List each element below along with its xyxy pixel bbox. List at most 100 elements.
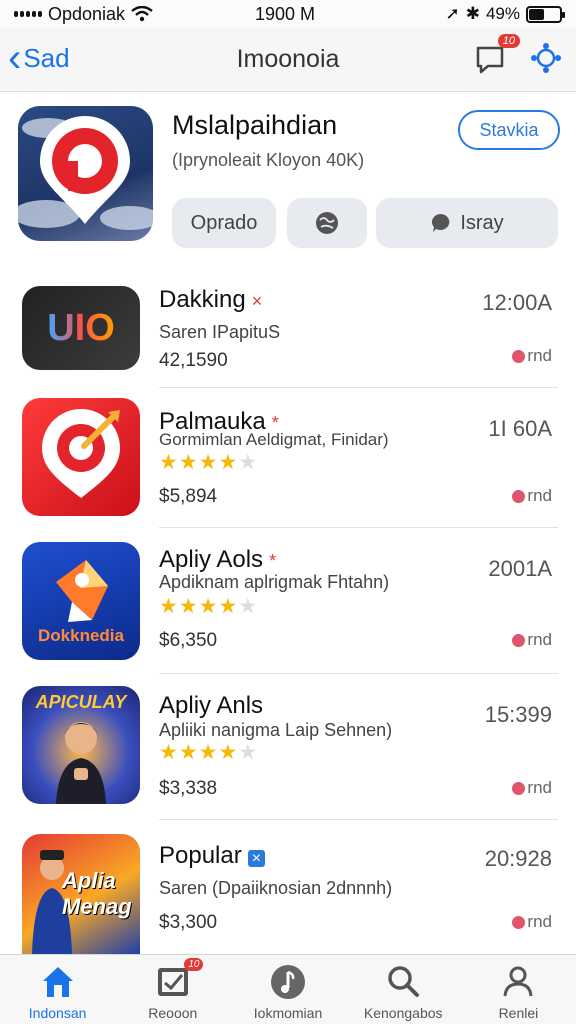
- star-rating: ★★★★★: [159, 450, 258, 475]
- carrier-name: Opdoniak: [48, 3, 126, 24]
- app-action-label: rnd: [527, 486, 552, 505]
- app-action-label: rnd: [527, 778, 552, 797]
- status-bar: Opdoniak 1900 M ➚ ✱ 49%: [0, 0, 576, 28]
- app-name-text: Apliy Aols: [159, 546, 264, 573]
- app-action[interactable]: rnd: [512, 486, 552, 506]
- option-pill-1[interactable]: Oprado: [172, 198, 276, 248]
- app-price: $6,350: [159, 630, 218, 651]
- star-filled-icon: ★: [198, 451, 219, 474]
- app-name: Popular ×: [159, 842, 266, 870]
- tab-home[interactable]: Indonsan: [0, 955, 115, 1024]
- app-icon: Dokknedia: [22, 542, 140, 660]
- status-time: 1900 M: [255, 3, 316, 24]
- featured-app: Mslalpaihdian (Iprynoleait Kloyon 40K) S…: [0, 92, 576, 262]
- app-subtitle: Gormimlan Aeldigmat, Finidar): [159, 430, 389, 449]
- app-subtitle: Apliiki nanigma Laip Sehnen): [159, 720, 393, 740]
- settings-network-icon[interactable]: [530, 42, 562, 74]
- app-name-text: Popular: [159, 842, 242, 869]
- app-action[interactable]: rnd: [512, 778, 552, 798]
- list-item[interactable]: Aplia Menag Popular × Saren (Dpaiiknosian…: [0, 820, 576, 954]
- app-action-label: rnd: [527, 912, 552, 931]
- tab-label: Kenongabos: [363, 1005, 443, 1021]
- app-meta: 15:399: [484, 702, 552, 727]
- app-name: Apliy Aols *: [159, 546, 276, 574]
- tab-label: Reooon: [148, 1005, 198, 1021]
- tab-profile[interactable]: Renlei: [461, 955, 576, 1024]
- option-pill-3-label: Isray: [460, 211, 504, 234]
- app-icon: Aplia Menag: [22, 834, 140, 954]
- option-pill-1-label: Oprado: [190, 211, 258, 234]
- app-subtitle: Saren IPapituS: [159, 322, 281, 342]
- app-meta: 12:00A: [482, 290, 552, 315]
- app-icon-text: UIO: [47, 306, 115, 349]
- app-action-label: rnd: [527, 630, 552, 649]
- location-pin-icon: [18, 116, 153, 230]
- app-price: $3,338: [159, 778, 218, 799]
- app-icon-text: Dokknedia: [38, 626, 124, 645]
- tab-records[interactable]: 10 Reooon: [115, 955, 230, 1024]
- battery-percent: 49%: [485, 4, 520, 23]
- app-name-text: Apliy Anls: [159, 692, 264, 719]
- globe-icon: [316, 212, 338, 234]
- app-price: $3,300: [159, 912, 218, 933]
- app-meta: 20:928: [484, 846, 552, 871]
- battery-icon: [526, 5, 565, 23]
- target-icon: [42, 409, 120, 498]
- app-meta: 2001A: [488, 556, 552, 581]
- app-icon: [22, 398, 140, 516]
- star-filled-icon: ★: [159, 451, 179, 474]
- app-action[interactable]: rnd: [512, 912, 552, 932]
- option-pill-3[interactable]: Isray: [376, 198, 558, 248]
- status-right: ➚ ✱ 49%: [445, 4, 565, 24]
- star-empty-icon: ★: [238, 451, 259, 474]
- list-item[interactable]: Dokknedia Apliy Aols * Apdiknam aplrigmak…: [0, 528, 576, 674]
- option-pill-2[interactable]: [287, 198, 367, 248]
- tab-music[interactable]: Iokmomian: [230, 955, 345, 1024]
- profile-icon: [503, 966, 533, 997]
- record-icon: [512, 781, 526, 795]
- app-name: Dakking ×: [159, 286, 262, 314]
- list-item[interactable]: UIO Dakking × Saren IPapituS 42,1590 12:0…: [0, 262, 576, 388]
- status-left: Opdoniak: [14, 4, 153, 25]
- app-subtitle: Apdiknam aplrigmak Fhtahn): [159, 572, 390, 592]
- record-icon: [512, 915, 526, 929]
- wifi-icon: [131, 6, 153, 22]
- star-filled-icon: ★: [178, 595, 199, 618]
- tab-label: Iokmomian: [253, 1005, 323, 1021]
- search-icon: [388, 966, 420, 997]
- navigation-bar: ‹ Sad Imoonoia 10: [0, 28, 576, 92]
- messages-button[interactable]: 10: [472, 34, 520, 76]
- featured-app-name: Mslalpaihdian: [172, 110, 338, 140]
- list-item[interactable]: Palmauka * Gormimlan Aeldigmat, Finidar) …: [0, 388, 576, 528]
- star-rating: ★★★★★: [159, 594, 258, 619]
- tab-label: Renlei: [498, 1005, 539, 1021]
- record-icon: [512, 489, 526, 503]
- app-mark: ×: [247, 850, 266, 867]
- app-meta: 1I 60A: [488, 416, 552, 441]
- app-price: $5,894: [159, 486, 218, 507]
- app-action[interactable]: rnd: [512, 346, 552, 366]
- nav-actions: 10: [472, 34, 562, 76]
- signal-icon: [14, 11, 42, 17]
- notification-badge: 10: [497, 34, 520, 48]
- get-button[interactable]: Stavkia: [458, 110, 560, 150]
- star-rating: ★★★★★: [159, 740, 258, 765]
- app-mark: ×: [251, 291, 263, 311]
- tab-bar: Indonsan 10 Reooon Iokmomian Kenongabos: [0, 954, 576, 1024]
- app-icon-text: Aplia Menag: [62, 868, 132, 919]
- tab-search[interactable]: Kenongabos: [346, 955, 461, 1024]
- app-action[interactable]: rnd: [512, 630, 552, 650]
- app-subtitle: Saren (Dpaiiknosian 2dnnnh): [159, 878, 393, 898]
- location-icon: ➚: [445, 4, 460, 23]
- star-filled-icon: ★: [218, 451, 239, 474]
- bluetooth-icon: ✱: [465, 4, 480, 23]
- featured-app-subtitle: (Iprynoleait Kloyon 40K): [172, 150, 365, 170]
- star-empty-icon: ★: [238, 741, 259, 764]
- record-icon: [512, 633, 526, 647]
- music-note-icon: [271, 965, 305, 999]
- tab-label: Indonsan: [28, 1005, 87, 1021]
- featured-app-icon[interactable]: [18, 106, 153, 241]
- battery-level: [529, 8, 544, 20]
- list-item[interactable]: APICULAY Apliy Anls Apliiki nanigma Laip…: [0, 674, 576, 820]
- star-filled-icon: ★: [159, 595, 179, 618]
